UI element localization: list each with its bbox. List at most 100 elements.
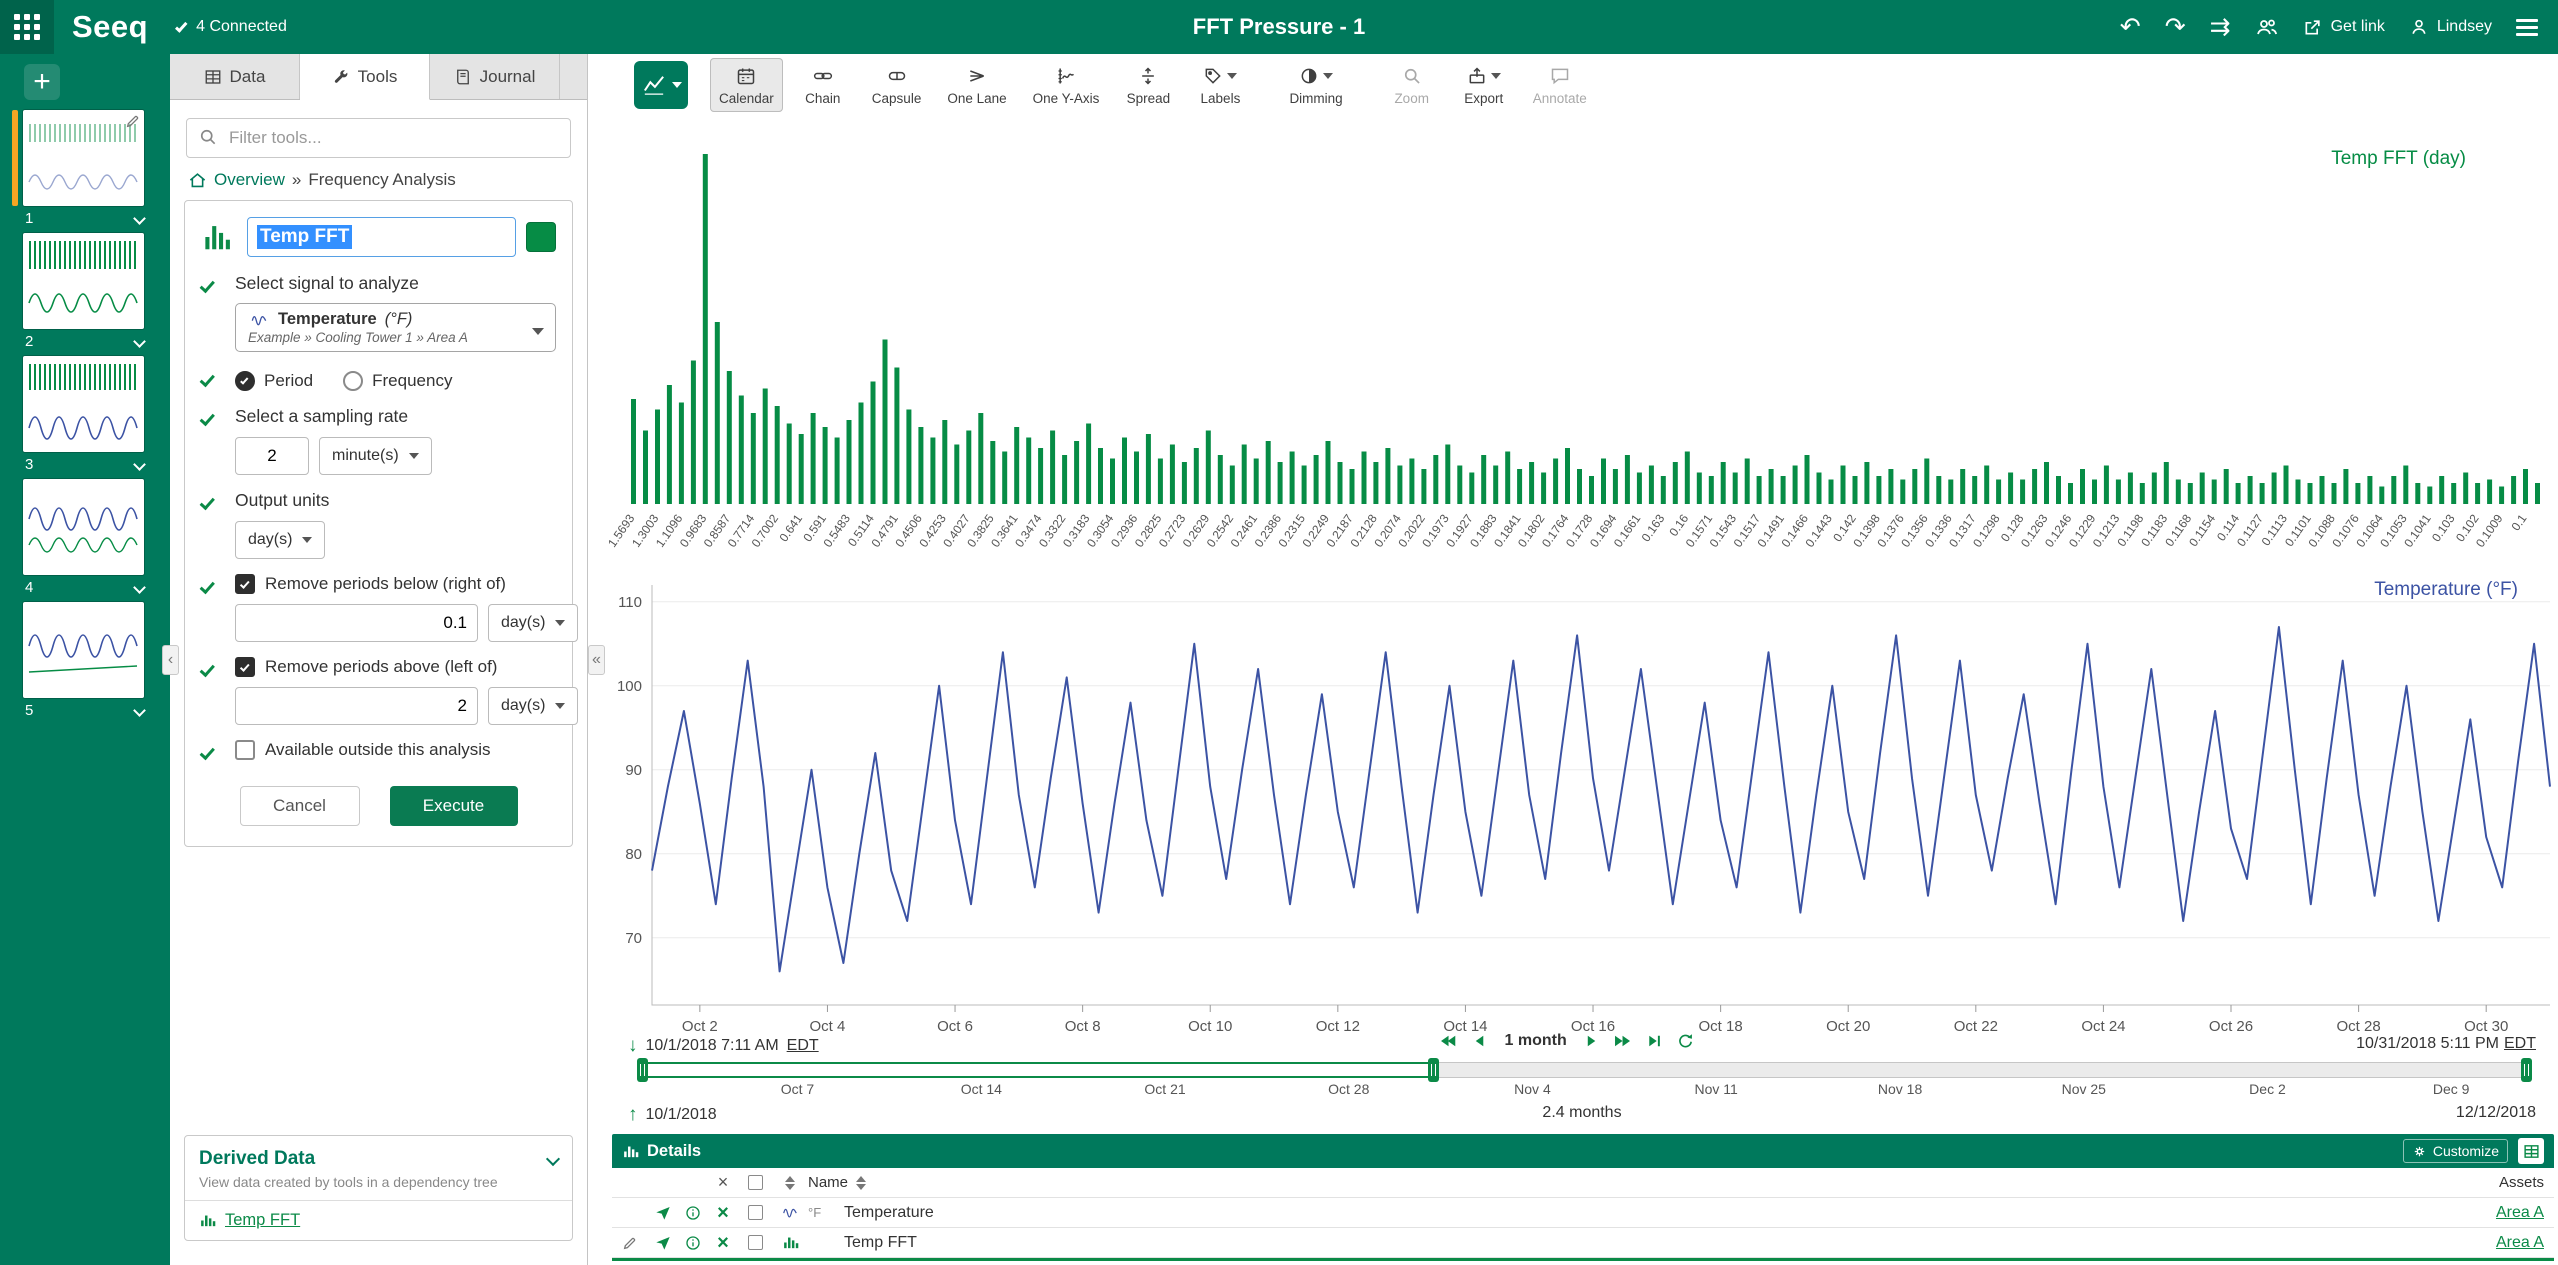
apps-grid-button[interactable] (0, 0, 54, 54)
toolbar-chain-button[interactable]: Chain (791, 58, 855, 112)
output-unit-dropdown[interactable]: day(s) (235, 521, 325, 559)
refresh-icon[interactable] (1677, 1032, 1695, 1050)
tab-tools[interactable]: Tools (300, 54, 430, 100)
select-all-checkbox[interactable] (748, 1175, 763, 1190)
trend-view-button[interactable] (634, 61, 688, 109)
series-color-swatch[interactable] (526, 222, 556, 252)
selected-range[interactable] (641, 1062, 1434, 1078)
derived-data-item[interactable]: Temp FFT (185, 1201, 572, 1240)
step-forward-large-icon[interactable] (1613, 1032, 1633, 1050)
tab-journal[interactable]: Journal (430, 54, 560, 99)
users-icon[interactable] (2255, 15, 2279, 39)
step-to-end-icon[interactable] (1647, 1032, 1663, 1050)
undo-icon[interactable]: ↶ (2120, 15, 2141, 40)
remove-icon[interactable]: × (708, 1233, 738, 1253)
hamburger-menu-icon[interactable] (2516, 19, 2538, 36)
toolbar-export-button[interactable]: Export (1452, 58, 1516, 112)
derived-data-header[interactable]: Derived Data (185, 1136, 572, 1172)
remove-icon[interactable]: × (708, 1203, 738, 1223)
new-worksheet-button[interactable]: + (24, 64, 60, 100)
get-link-button[interactable]: Get link (2303, 17, 2385, 37)
chevron-down-icon[interactable] (546, 1152, 560, 1166)
scrubber-tick-label: Nov 25 (2062, 1081, 2106, 1097)
toolbar-annotate-button[interactable]: Annotate (1524, 58, 1596, 112)
customize-button[interactable]: Customize (2403, 1139, 2508, 1163)
asset-link[interactable]: Area A (2496, 1204, 2544, 1222)
cancel-button[interactable]: Cancel (240, 786, 360, 826)
navigate-icon[interactable] (648, 1235, 678, 1251)
remove-above-checkbox-row[interactable]: Remove periods above (left of) (235, 657, 578, 677)
remove-above-value-input[interactable] (235, 687, 478, 725)
step-forward-icon[interactable] (1585, 1032, 1599, 1050)
down-arrow-icon[interactable]: ↓ (628, 1035, 638, 1057)
tool-name-input[interactable]: Temp FFT (247, 217, 516, 257)
end-timezone-link[interactable]: EDT (2504, 1035, 2536, 1053)
search-input[interactable] (186, 118, 571, 158)
redo-icon[interactable]: ↷ (2165, 15, 2186, 40)
share-icon (2303, 17, 2323, 37)
navigate-icon[interactable] (648, 1205, 678, 1221)
info-icon[interactable] (678, 1205, 708, 1221)
toolbar-dimming-button[interactable]: Dimming (1280, 58, 1351, 112)
duration-dropdown[interactable]: 1 month (1505, 1032, 1567, 1050)
toolbar-spread-button[interactable]: Spread (1116, 58, 1180, 112)
toolbar-labels-button[interactable]: Labels (1188, 58, 1252, 112)
start-timezone-link[interactable]: EDT (787, 1037, 819, 1055)
worksheet-menu-chevron[interactable] (133, 704, 146, 717)
scrubber-track[interactable] (640, 1062, 2530, 1078)
tab-data[interactable]: Data (170, 54, 300, 99)
home-icon[interactable] (188, 171, 207, 190)
name-column-header[interactable]: Name (808, 1174, 848, 1191)
range-start-handle[interactable] (637, 1058, 648, 1082)
step-back-icon[interactable] (1473, 1032, 1487, 1050)
worksheet-preview[interactable] (23, 110, 144, 206)
info-icon[interactable] (678, 1235, 708, 1251)
execute-button[interactable]: Execute (390, 786, 518, 826)
row-name[interactable]: Temp FFT (844, 1234, 2394, 1252)
worksheet-menu-chevron[interactable] (133, 212, 146, 225)
edit-pencil-icon[interactable] (612, 1235, 648, 1251)
collapse-sidebar-handle[interactable]: ‹ (162, 645, 179, 675)
row-unit: °F (808, 1205, 844, 1220)
sampling-unit-dropdown[interactable]: minute(s) (319, 437, 432, 475)
toolbar-capsule-button[interactable]: Capsule (863, 58, 931, 112)
remove-below-value-input[interactable] (235, 604, 478, 642)
row-name[interactable]: Temperature (844, 1204, 2394, 1222)
remove-below-checkbox-row[interactable]: Remove periods below (right of) (235, 574, 578, 594)
user-menu-button[interactable]: Lindsey (2409, 17, 2492, 37)
toolbar-zoom-button[interactable]: Zoom (1380, 58, 1444, 112)
frequency-radio[interactable]: Frequency (343, 371, 452, 391)
row-checkbox[interactable] (748, 1205, 763, 1220)
sort-icon[interactable] (785, 1176, 795, 1190)
collapse-tools-panel-handle[interactable]: « (588, 645, 605, 675)
worksheet-preview[interactable] (23, 233, 144, 329)
table-view-button[interactable] (2518, 1138, 2544, 1164)
period-radio[interactable]: Period (235, 371, 313, 391)
worksheet-menu-chevron[interactable] (133, 335, 146, 348)
sort-icon[interactable] (856, 1176, 866, 1190)
sampling-rate-input[interactable] (235, 437, 309, 475)
signal-select-dropdown[interactable]: Temperature (°F) Example » Cooling Tower… (235, 303, 556, 352)
toolbar-one-lane-button[interactable]: One Lane (938, 58, 1015, 112)
worksheet-preview[interactable] (23, 479, 144, 575)
toolbar-calendar-button[interactable]: Calendar (710, 58, 783, 112)
worksheet-menu-chevron[interactable] (133, 581, 146, 594)
remove-below-unit-dropdown[interactable]: day(s) (488, 604, 578, 642)
available-outside-checkbox-row[interactable]: Available outside this analysis (235, 740, 556, 760)
fft-chart[interactable]: Temp FFT (day) 1.56931.30031.10960.96830… (588, 116, 2558, 568)
toolbar-one-y-axis-button[interactable]: One Y-Axis (1024, 58, 1109, 112)
breadcrumb-overview-link[interactable]: Overview (214, 170, 285, 190)
worksheet-menu-chevron[interactable] (133, 458, 146, 471)
worksheet-preview[interactable] (23, 356, 144, 452)
up-arrow-icon[interactable]: ↑ (628, 1104, 638, 1126)
worksheet-preview[interactable] (23, 602, 144, 698)
present-icon[interactable]: ⇉ (2210, 15, 2231, 40)
step-back-large-icon[interactable] (1439, 1032, 1459, 1050)
remove-above-unit-dropdown[interactable]: day(s) (488, 687, 578, 725)
temperature-chart[interactable]: Temperature (°F) 708090100110Oct 2Oct 4O… (588, 559, 2558, 1032)
derived-item-link[interactable]: Temp FFT (225, 1211, 300, 1230)
investigate-end-handle[interactable] (2521, 1058, 2532, 1082)
row-checkbox[interactable] (748, 1235, 763, 1250)
range-end-handle[interactable] (1428, 1058, 1439, 1082)
asset-link[interactable]: Area A (2496, 1234, 2544, 1252)
